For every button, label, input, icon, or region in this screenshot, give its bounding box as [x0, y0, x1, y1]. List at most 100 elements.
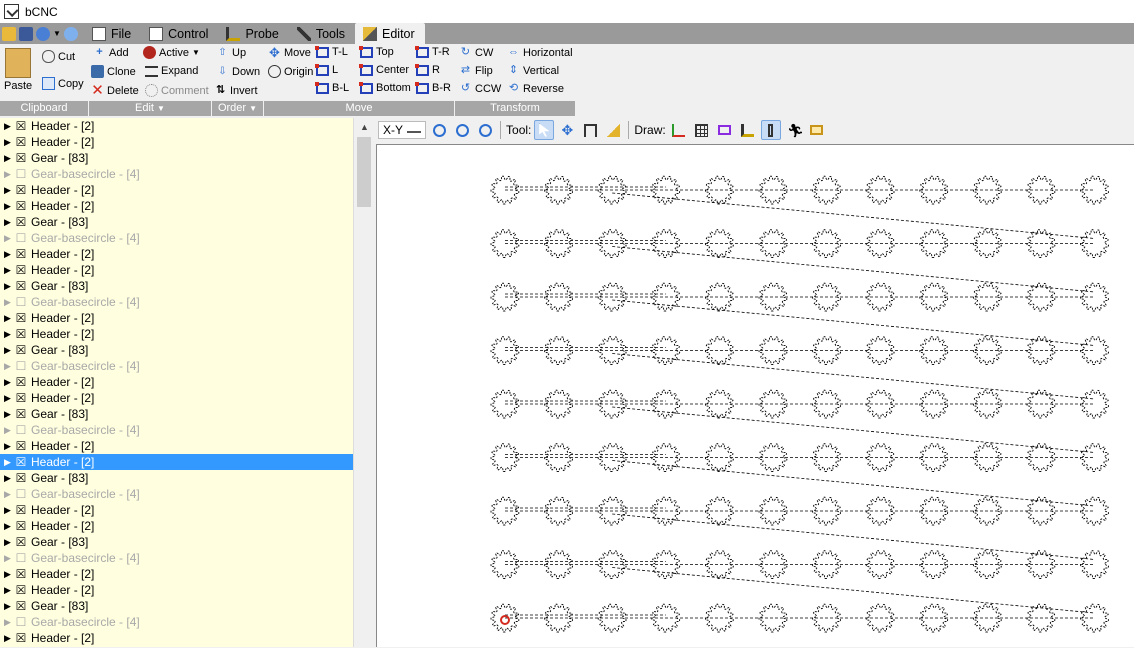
expand-arrow-icon[interactable]: ▶ — [4, 406, 14, 422]
tree-item[interactable]: ▶ ☒ Header - [2] — [0, 182, 353, 198]
enable-checkbox-icon[interactable]: ☒ — [14, 246, 28, 262]
tree-item[interactable]: ▶ ☐ Gear-basecircle - [4] — [0, 294, 353, 310]
origin-button[interactable]: Origin — [268, 65, 313, 78]
expand-arrow-icon[interactable]: ▶ — [4, 598, 14, 614]
tree-item[interactable]: ▶ ☒ Header - [2] — [0, 118, 353, 134]
tree-item[interactable]: ▶ ☒ Gear - [83] — [0, 598, 353, 614]
expand-arrow-icon[interactable]: ▶ — [4, 118, 14, 134]
move-bottom-button[interactable]: Bottom — [360, 82, 411, 94]
zoom-in-icon[interactable] — [429, 120, 449, 140]
zoom-fit-icon[interactable] — [475, 120, 495, 140]
enable-checkbox-icon[interactable]: ☐ — [14, 230, 28, 246]
tab-tools[interactable]: Tools — [289, 23, 355, 44]
move-br-button[interactable]: B-R — [416, 82, 451, 94]
expand-arrow-icon[interactable]: ▶ — [4, 422, 14, 438]
tree-scrollbar[interactable]: ▲ — [353, 118, 374, 647]
tree-item[interactable]: ▶ ☒ Gear - [83] — [0, 534, 353, 550]
enable-checkbox-icon[interactable]: ☒ — [14, 310, 28, 326]
mirror-vertical-button[interactable]: ⇕ Vertical — [507, 64, 559, 77]
order-group-label[interactable]: Order ▼ — [212, 101, 263, 116]
enable-checkbox-icon[interactable]: ☒ — [14, 518, 28, 534]
gcode-tree[interactable]: ▶ ☒ Header - [2] ▶ ☒ Header - [2] ▶ ☒ Gear - [83… — [0, 118, 353, 647]
enable-checkbox-icon[interactable]: ☒ — [14, 278, 28, 294]
expand-arrow-icon[interactable]: ▶ — [4, 486, 14, 502]
tree-item[interactable]: ▶ ☒ Header - [2] — [0, 518, 353, 534]
select-pointer-icon[interactable] — [534, 120, 555, 140]
expand-arrow-icon[interactable]: ▶ — [4, 550, 14, 566]
enable-checkbox-icon[interactable]: ☒ — [14, 390, 28, 406]
enable-checkbox-icon[interactable]: ☒ — [14, 438, 28, 454]
probe-draw-icon[interactable] — [738, 120, 758, 140]
expand-arrow-icon[interactable]: ▶ — [4, 614, 14, 630]
enable-checkbox-icon[interactable]: ☒ — [14, 406, 28, 422]
enable-checkbox-icon[interactable]: ☒ — [14, 566, 28, 582]
expand-arrow-icon[interactable]: ▶ — [4, 310, 14, 326]
mirror-horizontal-button[interactable]: ⇔ Horizontal — [507, 46, 573, 59]
cut-button[interactable]: Cut — [42, 50, 75, 63]
enable-checkbox-icon[interactable]: ☒ — [14, 182, 28, 198]
enable-checkbox-icon[interactable]: ☒ — [14, 630, 28, 646]
workarea-icon[interactable] — [760, 120, 781, 140]
expand-arrow-icon[interactable]: ▶ — [4, 534, 14, 550]
tree-item[interactable]: ▶ ☐ Gear-basecircle - [4] — [0, 230, 353, 246]
move-tr-button[interactable]: T-R — [416, 46, 450, 58]
tree-item[interactable]: ▶ ☒ Header - [2] — [0, 582, 353, 598]
expand-arrow-icon[interactable]: ▶ — [4, 630, 14, 646]
expand-arrow-icon[interactable]: ▶ — [4, 214, 14, 230]
tab-file[interactable]: File — [84, 23, 141, 44]
enable-checkbox-icon[interactable]: ☐ — [14, 294, 28, 310]
open-icon[interactable] — [2, 26, 16, 41]
expand-arrow-icon[interactable]: ▶ — [4, 374, 14, 390]
enable-checkbox-icon[interactable]: ☒ — [14, 150, 28, 166]
move-top-button[interactable]: Top — [360, 46, 394, 58]
tab-probe[interactable]: Probe — [218, 23, 288, 44]
expand-arrow-icon[interactable]: ▶ — [4, 182, 14, 198]
active-dropdown[interactable]: Active ▼ — [143, 46, 200, 59]
move-l-button[interactable]: L — [316, 64, 338, 76]
enable-checkbox-icon[interactable]: ☒ — [14, 502, 28, 518]
tree-item[interactable]: ▶ ☒ Gear - [83] — [0, 470, 353, 486]
grid-icon[interactable] — [692, 120, 712, 140]
tree-item[interactable]: ▶ ☒ Header - [2] — [0, 198, 353, 214]
invert-button[interactable]: ⇅ Invert — [214, 84, 258, 97]
expand-arrow-icon[interactable]: ▶ — [4, 358, 14, 374]
enable-checkbox-icon[interactable]: ☒ — [14, 598, 28, 614]
tree-item[interactable]: ▶ ☐ Gear-basecircle - [4] — [0, 422, 353, 438]
undo-icon[interactable] — [36, 26, 50, 41]
tree-item[interactable]: ▶ ☐ Gear-basecircle - [4] — [0, 486, 353, 502]
view-select[interactable]: X-Y — [378, 121, 427, 139]
tree-item[interactable]: ▶ ☒ Header - [2] — [0, 566, 353, 582]
enable-checkbox-icon[interactable]: ☒ — [14, 118, 28, 134]
add-button[interactable]: + Add — [93, 46, 128, 59]
expand-arrow-icon[interactable]: ▶ — [4, 582, 14, 598]
scroll-up-arrow-icon[interactable]: ▲ — [354, 118, 375, 135]
expand-arrow-icon[interactable]: ▶ — [4, 150, 14, 166]
expand-arrow-icon[interactable]: ▶ — [4, 134, 14, 150]
axes-icon[interactable] — [669, 120, 689, 140]
tree-item[interactable]: ▶ ☐ Gear-basecircle - [4] — [0, 166, 353, 182]
rapid-icon[interactable]: 🏃︎ — [784, 120, 804, 140]
enable-checkbox-icon[interactable]: ☒ — [14, 342, 28, 358]
enable-checkbox-icon[interactable]: ☒ — [14, 214, 28, 230]
enable-checkbox-icon[interactable]: ☒ — [14, 470, 28, 486]
move-tl-button[interactable]: T-L — [316, 46, 348, 58]
tree-item[interactable]: ▶ ☒ Header - [2] — [0, 134, 353, 150]
delete-button[interactable]: ✕ Delete — [91, 83, 139, 98]
zoom-out-icon[interactable] — [452, 120, 472, 140]
enable-checkbox-icon[interactable]: ☒ — [14, 582, 28, 598]
tree-item[interactable]: ▶ ☒ Gear - [83] — [0, 150, 353, 166]
tree-item[interactable]: ▶ ☒ Gear - [83] — [0, 406, 353, 422]
tree-item[interactable]: ▶ ☒ Header - [2] — [0, 438, 353, 454]
expand-arrow-icon[interactable]: ▶ — [4, 246, 14, 262]
enable-checkbox-icon[interactable]: ☐ — [14, 486, 28, 502]
tab-editor[interactable]: Editor — [355, 23, 425, 44]
tree-item[interactable]: ▶ ☒ Header - [2] — [0, 246, 353, 262]
tree-item[interactable]: ▶ ☒ Header - [2] — [0, 310, 353, 326]
tree-item[interactable]: ▶ ☐ Gear-basecircle - [4] — [0, 358, 353, 374]
tree-item[interactable]: ▶ ☒ Gear - [83] — [0, 214, 353, 230]
enable-checkbox-icon[interactable]: ☐ — [14, 358, 28, 374]
expand-arrow-icon[interactable]: ▶ — [4, 262, 14, 278]
expand-arrow-icon[interactable]: ▶ — [4, 454, 14, 470]
tree-item[interactable]: ▶ ☒ Header - [2] — [0, 630, 353, 646]
tree-item[interactable]: ▶ ☒ Gear - [83] — [0, 342, 353, 358]
